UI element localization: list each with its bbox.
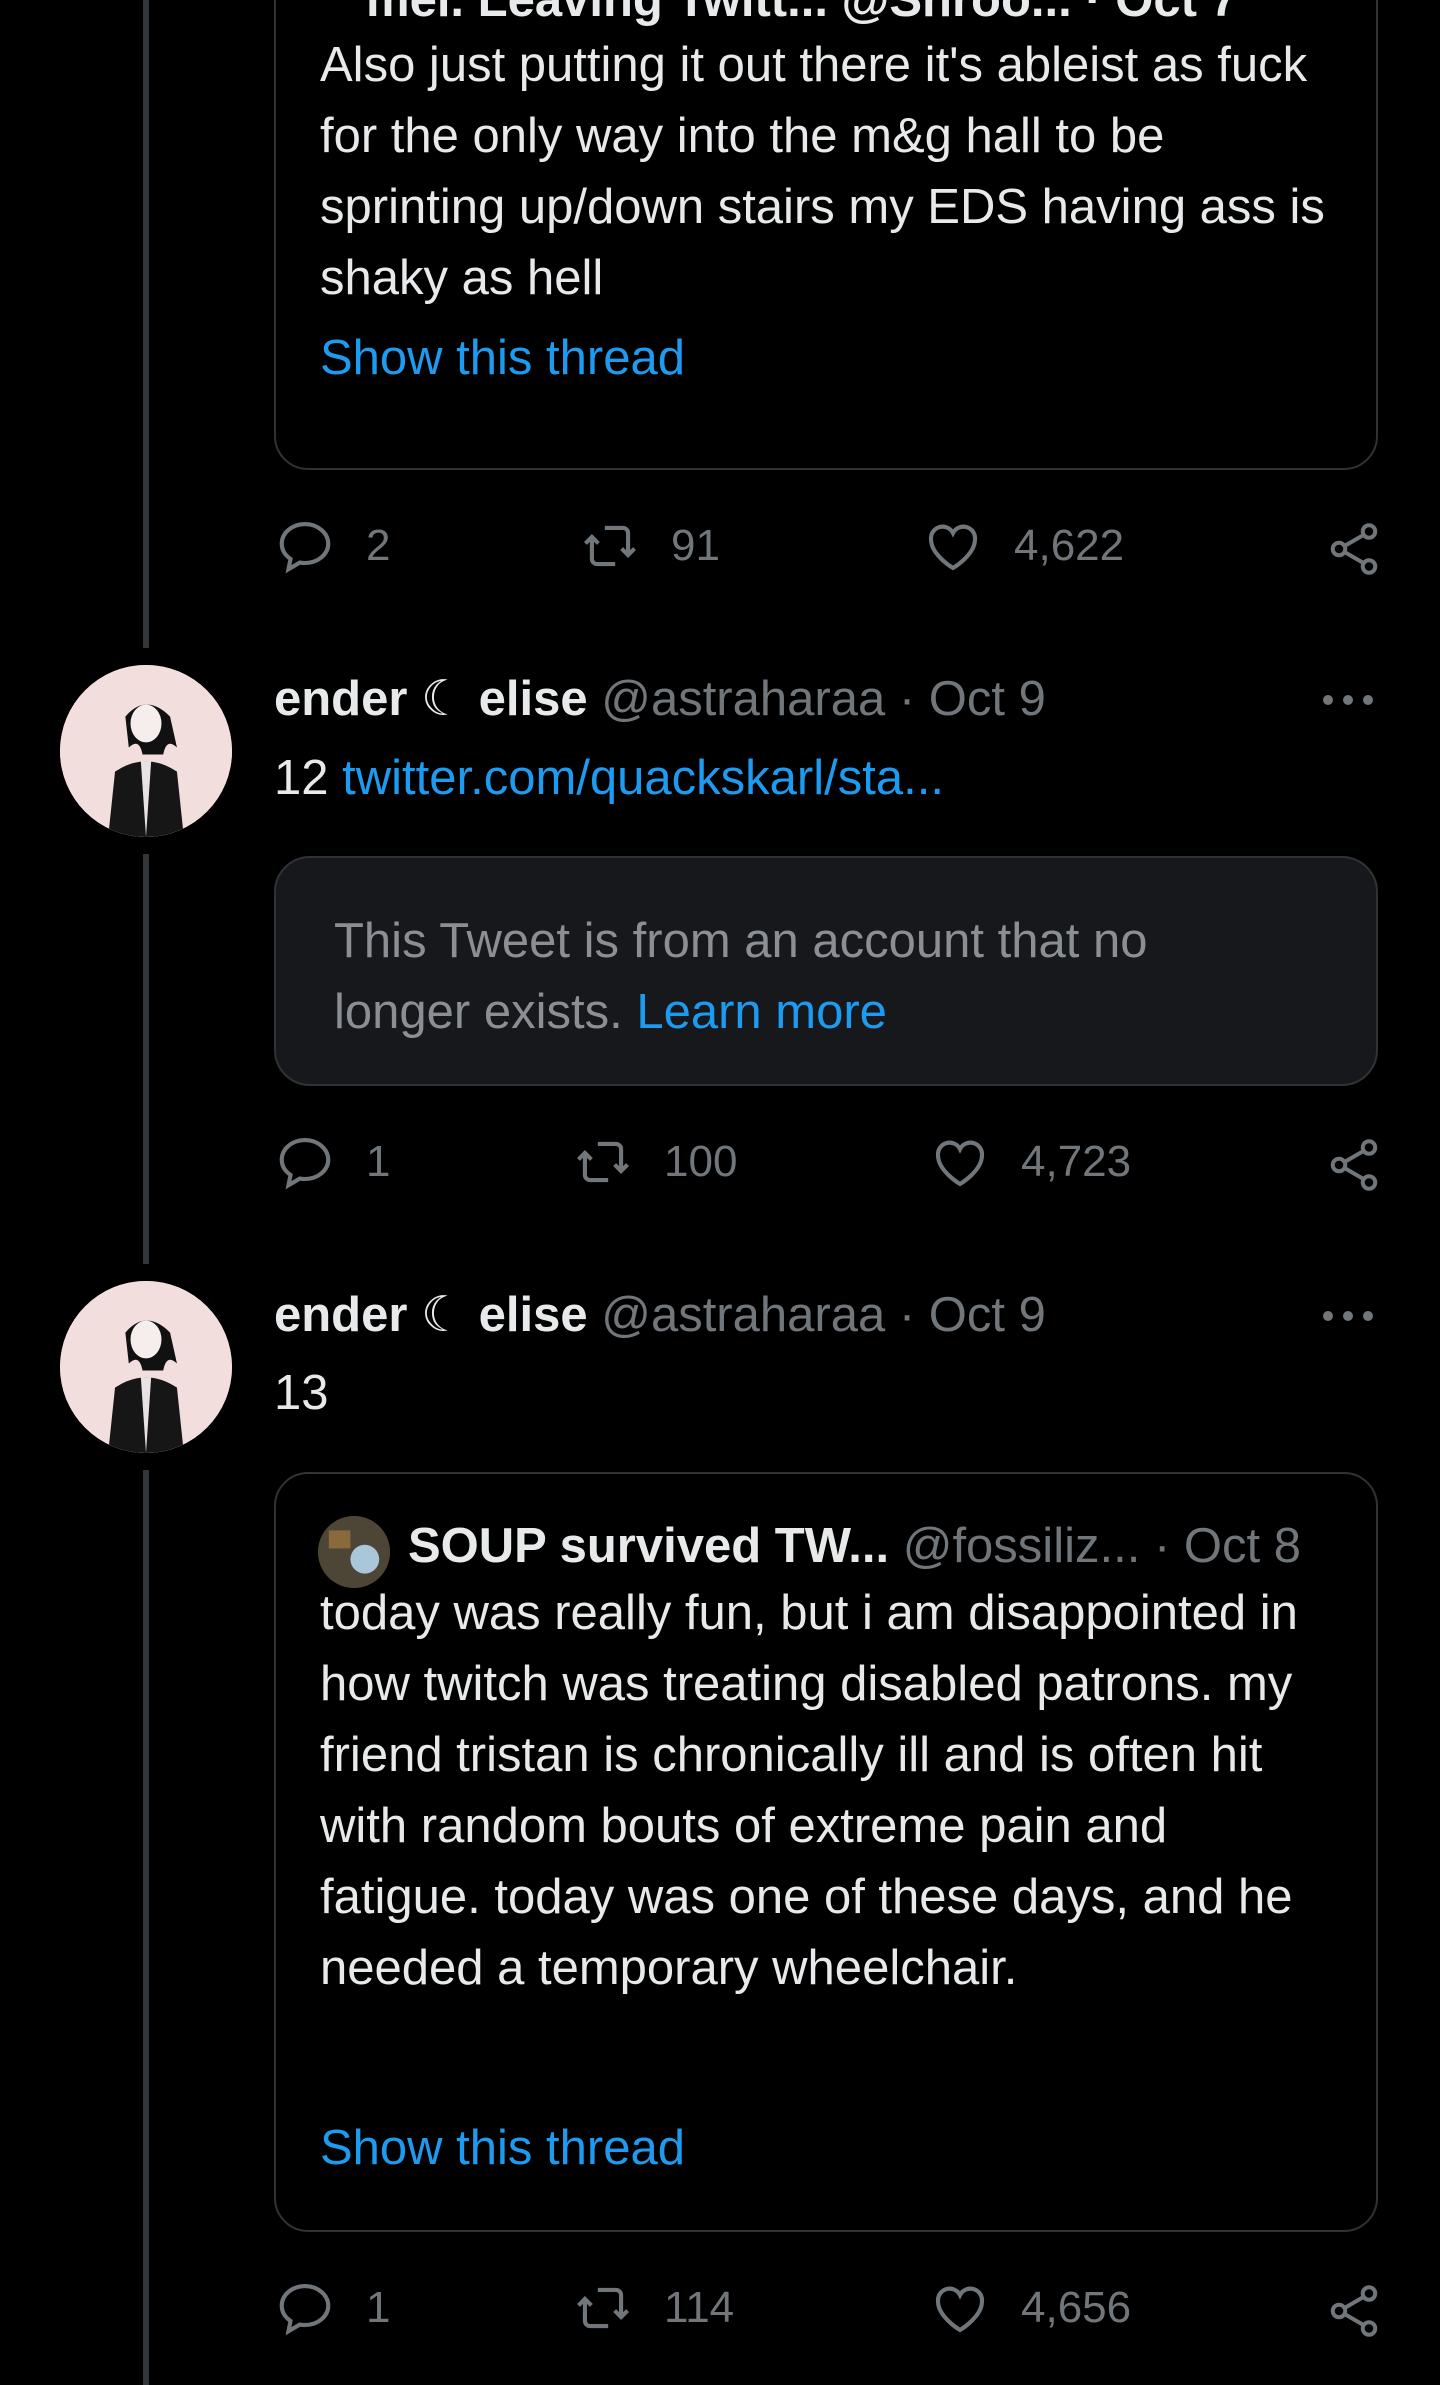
reply-count: 1 — [366, 2283, 391, 2332]
retweet-count: 114 — [664, 2283, 735, 2332]
like-icon — [935, 2286, 985, 2333]
like-icon — [928, 524, 978, 571]
show-thread-link[interactable]: Show this thread — [320, 2120, 685, 2176]
tweet-text: 12 twitter.com/quackskarl/sta... — [274, 750, 944, 806]
like-count: 4,723 — [1021, 1137, 1132, 1186]
retweet-button[interactable]: 114 — [572, 2277, 734, 2339]
learn-more-link[interactable]: Learn more — [636, 985, 887, 1039]
share-icon[interactable] — [1324, 1135, 1384, 1195]
retweet-icon — [583, 525, 637, 567]
tweet-number: 13 — [274, 1366, 329, 1420]
like-button[interactable]: 4,656 — [929, 2277, 1131, 2339]
retweet-count: 100 — [664, 1137, 738, 1186]
reply-icon — [279, 2283, 331, 2336]
share-icon[interactable] — [1324, 519, 1384, 579]
reply-count: 1 — [366, 1137, 391, 1186]
reply-button[interactable]: 1 — [274, 1131, 390, 1193]
thread-line-middle — [143, 854, 149, 1264]
reply-icon — [279, 521, 331, 574]
reply-icon — [279, 1137, 331, 1190]
display-name[interactable]: ender ☾ elise — [274, 672, 588, 726]
quoted-tweet-date[interactable]: · Oct 8 — [1154, 1519, 1301, 1573]
avatar-illustration — [60, 1281, 232, 1453]
like-button[interactable]: 4,622 — [922, 515, 1124, 577]
tweet-header: ender ☾ elise @astraharaa · Oct 9 — [274, 670, 1046, 727]
thread-line-top — [143, 0, 149, 648]
quoted-tweet-text: today was really fun, but i am disappoin… — [320, 1586, 1298, 1995]
retweet-icon — [576, 1141, 630, 1183]
tweet-actions: 1 100 4,723 — [274, 1131, 1384, 1201]
quoted-tweet-header: SOUP survived TW... @fossiliz... · Oct 8 — [408, 1518, 1301, 1574]
user-handle[interactable]: @astraharaa — [601, 672, 885, 726]
share-icon[interactable] — [1324, 2281, 1384, 2341]
avatar-illustration — [60, 665, 232, 837]
quoted-tweet-header: mel. Leaving Twitt... @Shroo... · Oct 7 — [366, 0, 1238, 27]
reply-button[interactable]: 1 — [274, 2277, 390, 2339]
quoted-display-name[interactable]: SOUP survived TW... — [408, 1519, 889, 1573]
tweet-date[interactable]: · Oct 9 — [899, 672, 1046, 726]
quoted-user-handle[interactable]: @fossiliz... — [903, 1519, 1141, 1573]
tweet-number: 12 — [274, 751, 329, 805]
unavailable-tweet-notice: This Tweet is from an account that no lo… — [274, 856, 1378, 1086]
display-name[interactable]: ender ☾ elise — [274, 1288, 588, 1342]
retweet-count: 91 — [671, 521, 720, 570]
reply-count: 2 — [366, 521, 391, 570]
retweet-button[interactable]: 100 — [572, 1131, 737, 1193]
like-button[interactable]: 4,723 — [929, 1131, 1131, 1193]
like-count: 4,656 — [1021, 2283, 1132, 2332]
tweet-actions: 2 91 4,622 — [274, 515, 1384, 585]
reply-button[interactable]: 2 — [274, 515, 390, 577]
more-icon[interactable] — [1318, 690, 1378, 710]
tweet-link[interactable]: twitter.com/quackskarl/sta... — [342, 751, 944, 805]
retweet-icon — [576, 2287, 630, 2329]
tweet-date[interactable]: · Oct 9 — [899, 1288, 1046, 1342]
avatar[interactable] — [60, 665, 232, 837]
like-count: 4,622 — [1014, 521, 1125, 570]
tweet-actions: 1 114 4,656 — [274, 2277, 1384, 2347]
more-icon[interactable] — [1318, 1306, 1378, 1326]
quoted-tweet-card[interactable]: mel. Leaving Twitt... @Shroo... · Oct 7 … — [274, 0, 1378, 470]
retweet-button[interactable]: 91 — [579, 515, 720, 577]
user-handle[interactable]: @astraharaa — [601, 1288, 885, 1342]
avatar[interactable] — [60, 1281, 232, 1453]
tweet-header: ender ☾ elise @astraharaa · Oct 9 — [274, 1286, 1046, 1343]
like-icon — [935, 1140, 985, 1187]
thread-line-bottom — [143, 1470, 149, 2385]
quoted-tweet-text: Also just putting it out there it's able… — [320, 38, 1325, 305]
quoted-tweet-card[interactable]: SOUP survived TW... @fossiliz... · Oct 8… — [274, 1472, 1378, 2232]
show-thread-link[interactable]: Show this thread — [320, 330, 685, 386]
